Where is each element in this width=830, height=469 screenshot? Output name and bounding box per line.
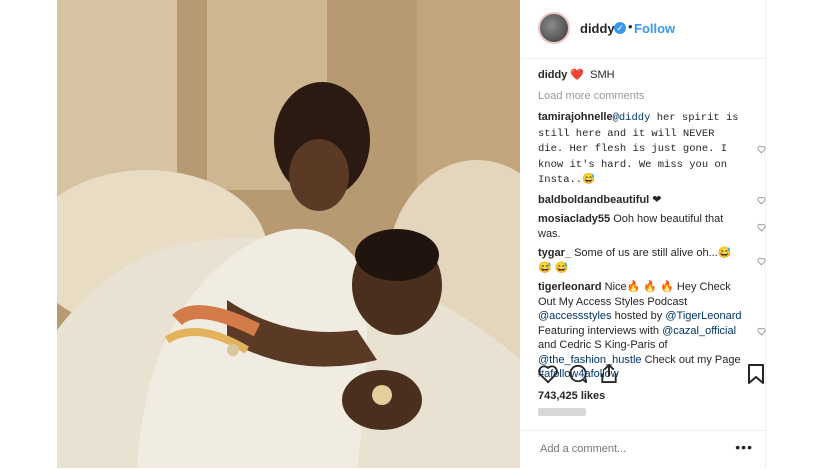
comment-item: tygar_ Some of us are still alive oh...😅… [538,246,766,275]
add-comment-input[interactable] [538,442,732,456]
comment-username[interactable]: mosiaclady55 [538,213,610,225]
post-header: diddy ✓ • Follow [520,0,765,59]
comment-like-heart-icon[interactable] [757,144,766,154]
comment-like-heart-icon[interactable] [757,222,766,232]
separator-dot: • [628,19,633,34]
comment-username[interactable]: baldboldandbeautiful [538,194,649,206]
comment-like-heart-icon[interactable] [757,256,766,266]
caption: diddy ❤️ SMH [538,68,748,83]
comment-text: ❤ [649,193,662,206]
comment-mention-link[interactable]: @diddy [613,112,651,124]
photo-illustration [57,0,520,468]
comment-text: hosted by [611,310,666,322]
likes-count[interactable]: 743,425 likes [538,390,605,402]
comment-item: baldboldandbeautiful ❤ [538,193,766,208]
header-username[interactable]: diddy [580,21,615,36]
comment-username[interactable]: tygar_ [538,247,571,259]
more-options-button[interactable]: ••• [735,439,753,455]
post-photo[interactable] [57,0,520,468]
comment-item: tamirajohnelle@diddy her spirit is still… [538,110,766,188]
action-bar [520,358,765,388]
add-comment-bar: ••• [520,430,765,469]
comment-item: mosiaclady55 Ooh how beautiful that was. [538,212,766,241]
bookmark-icon[interactable] [748,364,764,384]
comment-like-heart-icon[interactable] [757,326,766,336]
post-side-panel: diddy ✓ • Follow diddy ❤️ SMH Load more … [520,0,766,468]
comment-mention-link[interactable]: @cazal_official [662,325,736,337]
comment-mention-link[interactable]: @TigerLeonard [665,310,741,322]
caption-username[interactable]: diddy [538,69,567,81]
comments-list: diddy ❤️ SMH Load more comments tamirajo… [538,66,766,387]
avatar[interactable] [538,12,570,44]
caption-text: SMH [590,69,615,81]
comment-text: and Cedric S King-Paris of [538,339,668,351]
share-icon[interactable] [599,363,619,384]
heart-icon[interactable] [537,364,559,384]
caption-emoji: ❤️ [570,69,585,81]
post-timestamp-blurred [538,408,586,416]
follow-button[interactable]: Follow [634,21,675,36]
verified-icon: ✓ [614,22,626,34]
load-more-comments[interactable]: Load more comments [538,89,748,104]
comment-text: Featuring interviews with [538,324,663,337]
comment-username[interactable]: tamirajohnelle [538,111,613,123]
comment-icon[interactable] [568,364,588,384]
comment-like-heart-icon[interactable] [757,195,766,205]
comment-mention-link[interactable]: @accessstyles [538,310,612,322]
comment-container: tamirajohnelle@diddy her spirit is still… [538,110,766,382]
comment-username[interactable]: tigerleonard [538,281,602,293]
